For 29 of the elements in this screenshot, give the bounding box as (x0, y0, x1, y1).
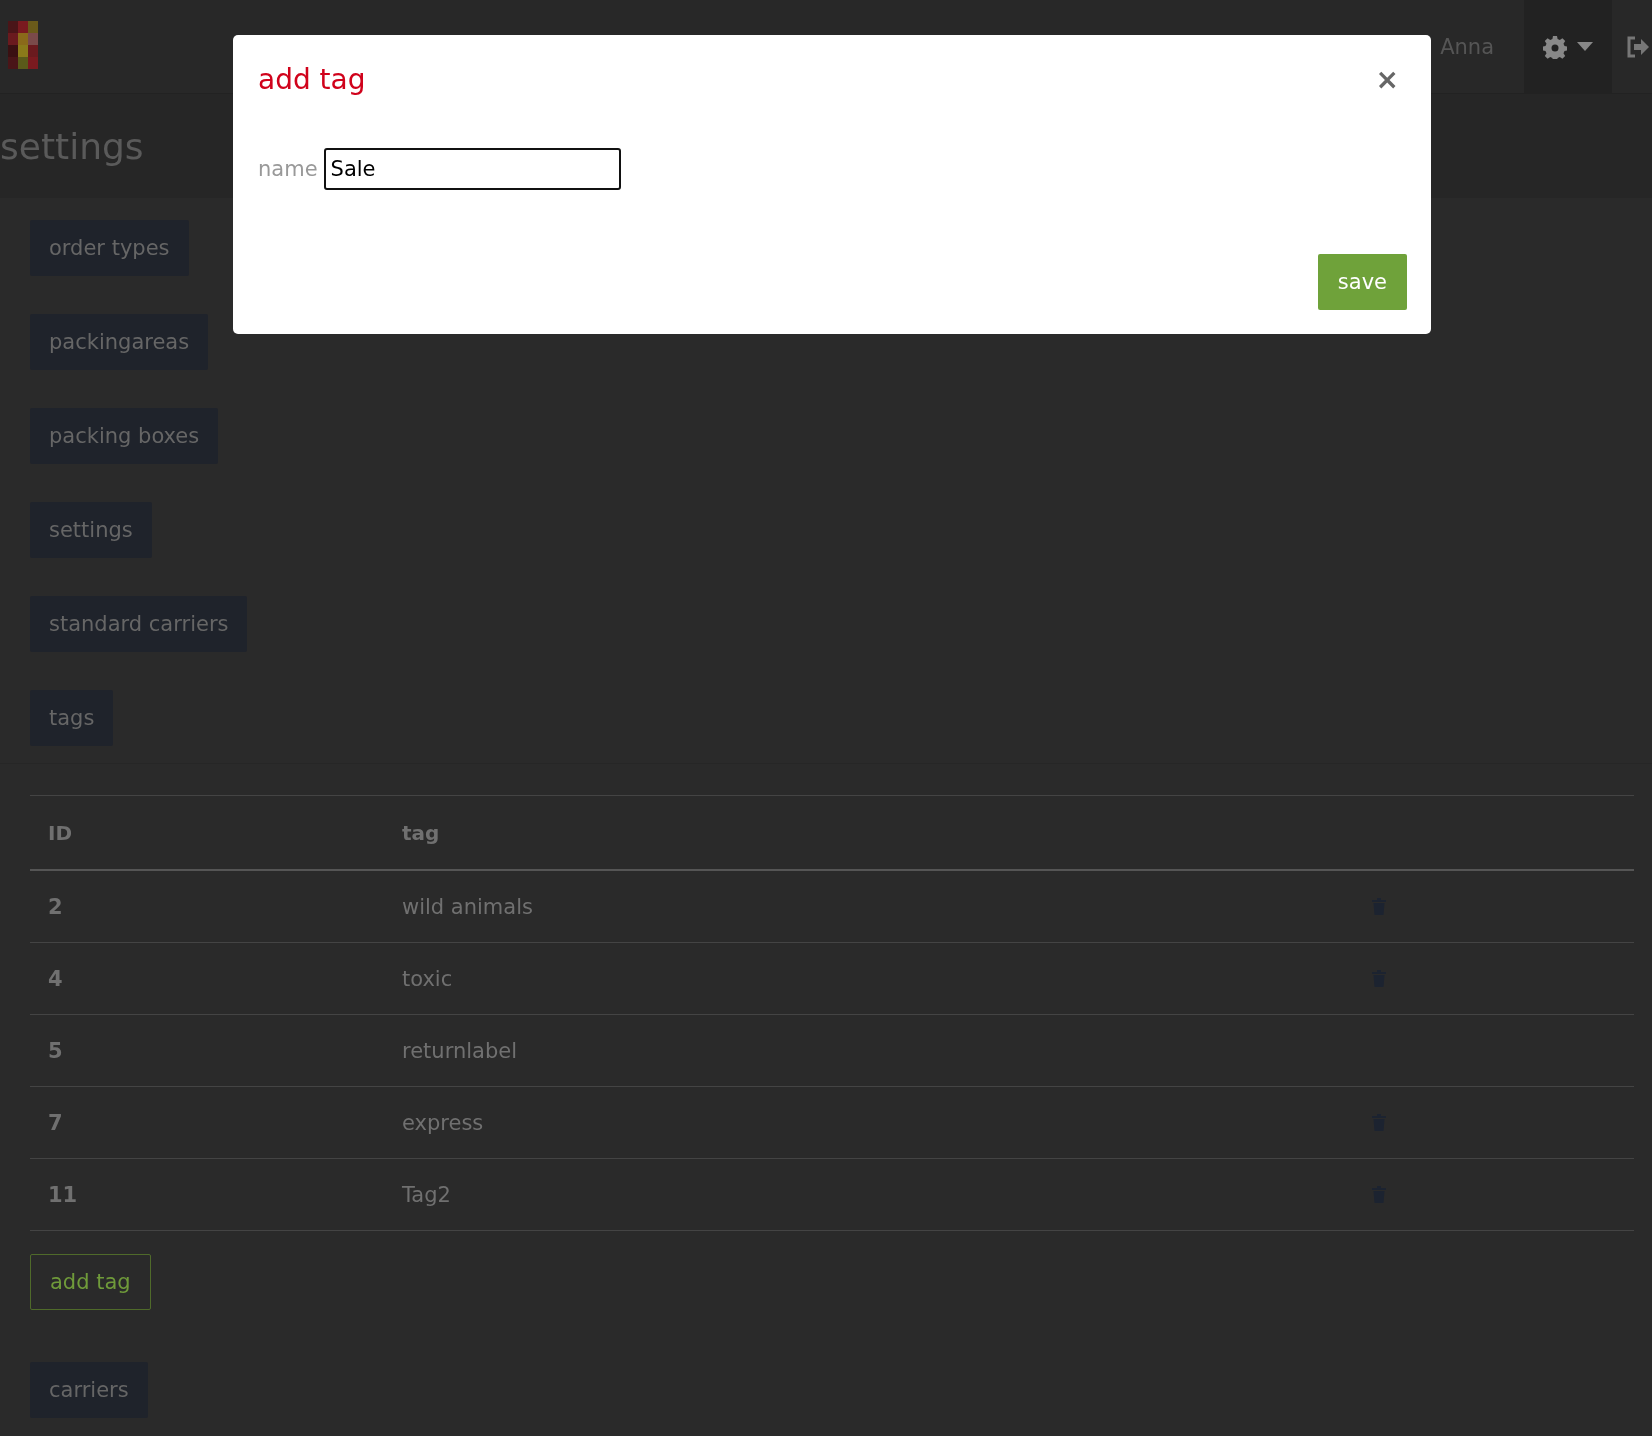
name-input-field[interactable]: Sale (323, 148, 621, 190)
table-cell-text: 4 (47, 966, 64, 991)
table-cell-text: 2 (47, 894, 64, 919)
column-header: tag (401, 820, 441, 845)
add-tag-button[interactable]: add tag (30, 1254, 151, 1310)
field-label: name (258, 157, 318, 181)
table-cell-text: toxic (401, 966, 454, 991)
logout-icon[interactable] (1626, 35, 1650, 58)
section-button[interactable]: packingareas (30, 314, 209, 370)
table-cell-text: 7 (47, 1110, 64, 1135)
table-cell-text: Tag2 (401, 1182, 452, 1207)
save-button[interactable]: save (1317, 254, 1407, 310)
settings-icon (1543, 34, 1567, 59)
section-button[interactable]: order types (30, 220, 189, 276)
section-button[interactable]: standard carriers (30, 596, 248, 652)
section-button[interactable]: tags (30, 690, 114, 746)
settings-menu[interactable] (1524, 0, 1612, 93)
table-cell-text: express (401, 1110, 485, 1135)
section-button[interactable]: settings (30, 502, 152, 558)
close-button[interactable]: × (1367, 63, 1407, 96)
table-cell-text: 11 (47, 1182, 79, 1207)
table-cell-text: wild animals (401, 894, 534, 919)
modal-title: add tag (258, 63, 366, 96)
section-button[interactable]: packing boxes (30, 408, 219, 464)
table-cell-text: returnlabel (401, 1038, 518, 1063)
table-cell-text: 5 (47, 1038, 64, 1063)
caret-icon (1577, 42, 1593, 51)
section-button[interactable]: carriers (30, 1362, 148, 1418)
column-header: ID (47, 820, 74, 845)
